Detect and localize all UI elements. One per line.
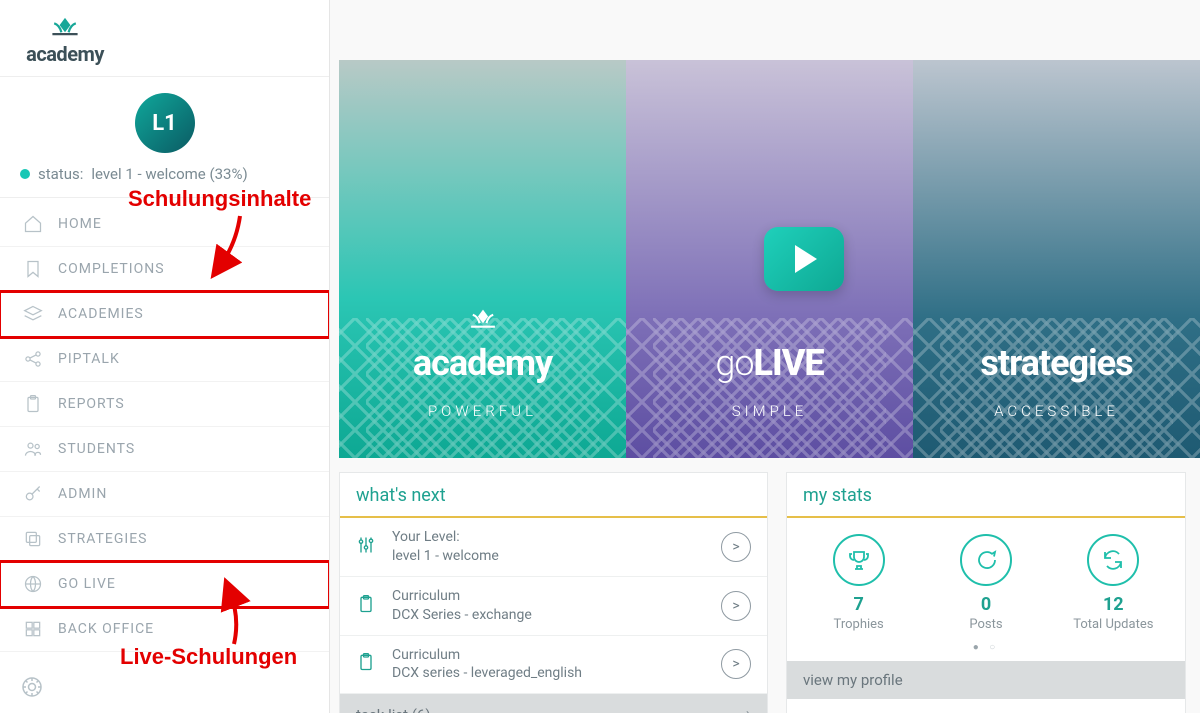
hero-title-academy: academy	[413, 342, 552, 384]
whats-next-heading: what's next	[340, 473, 767, 518]
sidebar-item-strategies[interactable]: STRATEGIES	[0, 517, 329, 562]
annotation-arrow-top	[210, 214, 250, 278]
clipboard-icon	[22, 394, 44, 414]
whats-next-row[interactable]: Curriculum DCX series - leveraged_englis…	[340, 636, 767, 695]
sidebar-item-reports[interactable]: REPORTS	[0, 382, 329, 427]
clipboard-icon	[356, 594, 378, 618]
sidebar-nav: HOME COMPLETIONS ACADEMIES PIPTALK REPOR…	[0, 198, 329, 652]
globe-icon	[22, 574, 44, 594]
stat-updates-label: Total Updates	[1058, 617, 1168, 632]
nav-label-strategies: STRATEGIES	[58, 531, 147, 547]
whats-next-text: Curriculum DCX Series - exchange	[392, 587, 707, 625]
task-list-row[interactable]: task list (6) ›	[340, 694, 767, 713]
content-columns: what's next Your Level: level 1 - welcom…	[339, 472, 1200, 713]
status-text: level 1 - welcome (33%)	[91, 165, 247, 183]
stat-posts[interactable]: 0 Posts	[931, 534, 1041, 632]
hero-title-golive: goLIVE	[715, 342, 823, 384]
view-profile-label: view my profile	[803, 671, 903, 689]
my-stats-heading: my stats	[787, 473, 1185, 518]
pagination-dots[interactable]: ● ○	[787, 642, 1185, 661]
annotation-bottom: Live-Schulungen	[120, 644, 297, 670]
brand-block: academy	[0, 0, 329, 77]
stat-updates-value: 12	[1058, 594, 1168, 615]
hero-tag-strategies: ACCESSIBLE	[994, 402, 1119, 420]
whats-next-text: Your Level: level 1 - welcome	[392, 528, 707, 566]
trophy-icon	[833, 534, 885, 586]
annotation-arrow-bottom	[222, 588, 262, 652]
whats-next-row[interactable]: Your Level: level 1 - welcome >	[340, 518, 767, 577]
hero-card-academy[interactable]: academy POWERFUL	[339, 60, 626, 458]
hero-card-strategies[interactable]: strategies ACCESSIBLE	[913, 60, 1200, 458]
view-profile-row[interactable]: view my profile	[787, 661, 1185, 699]
hero-card-golive[interactable]: goLIVE SIMPLE	[626, 60, 913, 458]
nav-label-reports: REPORTS	[58, 396, 125, 412]
sidebar-item-admin[interactable]: ADMIN	[0, 472, 329, 517]
nav-label-admin: ADMIN	[58, 486, 107, 502]
nav-label-completions: COMPLETIONS	[58, 261, 165, 277]
key-icon	[22, 484, 44, 504]
stat-trophies-value: 7	[804, 594, 914, 615]
nav-label-piptalk: PIPTALK	[58, 351, 120, 367]
go-button[interactable]: >	[721, 532, 751, 562]
whats-next-text: Curriculum DCX series - leveraged_englis…	[392, 646, 707, 684]
brand-logo: academy	[20, 12, 110, 66]
stat-trophies[interactable]: 7 Trophies	[804, 534, 914, 632]
chat-icon	[960, 534, 1012, 586]
nav-label-students: STUDENTS	[58, 441, 135, 457]
annotation-top: Schulungsinhalte	[128, 186, 311, 212]
whats-next-row[interactable]: Curriculum DCX Series - exchange >	[340, 577, 767, 636]
help-icon[interactable]	[20, 675, 44, 703]
stat-posts-value: 0	[931, 594, 1041, 615]
sidebar: academy L1 status: level 1 - welcome (33…	[0, 0, 330, 713]
go-button[interactable]: >	[721, 649, 751, 679]
profile-block: L1 status: level 1 - welcome (33%)	[0, 77, 329, 198]
stat-trophies-label: Trophies	[804, 617, 914, 632]
my-stats-panel: my stats 7 Trophies 0 Posts 12 Total Upd…	[786, 472, 1186, 713]
grid-icon	[22, 619, 44, 639]
hero-carousel: ❮ academy POWERFUL goLIVE SIMPLE strateg…	[339, 60, 1200, 458]
layers-icon	[22, 304, 44, 324]
clipboard-icon	[356, 652, 378, 676]
sidebar-item-students[interactable]: STUDENTS	[0, 427, 329, 472]
stat-posts-label: Posts	[931, 617, 1041, 632]
bookmark-icon	[22, 259, 44, 279]
whats-next-panel: what's next Your Level: level 1 - welcom…	[339, 472, 768, 713]
share-icon	[22, 349, 44, 369]
nav-label-home: HOME	[58, 216, 102, 232]
nav-label-golive: GO LIVE	[58, 576, 116, 592]
lotus-icon	[47, 12, 83, 40]
sidebar-item-academies[interactable]: ACADEMIES	[0, 292, 329, 337]
brand-title: academy	[20, 42, 110, 66]
lotus-icon	[466, 306, 500, 336]
status-dot-icon	[20, 169, 30, 179]
sidebar-item-golive[interactable]: GO LIVE	[0, 562, 329, 607]
status-prefix: status:	[38, 165, 83, 183]
play-button[interactable]	[764, 227, 844, 291]
task-list-label: task list (6)	[356, 706, 431, 713]
stat-updates[interactable]: 12 Total Updates	[1058, 534, 1168, 632]
home-icon	[22, 214, 44, 234]
refresh-icon	[1087, 534, 1139, 586]
users-icon	[22, 439, 44, 459]
nav-label-backoffice: BACK OFFICE	[58, 621, 154, 637]
nav-label-academies: ACADEMIES	[58, 306, 144, 322]
copy-icon	[22, 529, 44, 549]
hero-tag-academy: POWERFUL	[428, 402, 537, 420]
avatar[interactable]: L1	[135, 93, 195, 153]
chevron-right-icon: ›	[746, 704, 751, 713]
status-line: status: level 1 - welcome (33%)	[20, 165, 309, 183]
go-button[interactable]: >	[721, 591, 751, 621]
hero-tag-golive: SIMPLE	[732, 402, 808, 420]
sliders-icon	[356, 535, 378, 559]
hero-title-strategies: strategies	[980, 342, 1132, 384]
sidebar-item-piptalk[interactable]: PIPTALK	[0, 337, 329, 382]
main-content: ❮ academy POWERFUL goLIVE SIMPLE strateg…	[339, 60, 1200, 713]
sidebar-item-completions[interactable]: COMPLETIONS	[0, 247, 329, 292]
